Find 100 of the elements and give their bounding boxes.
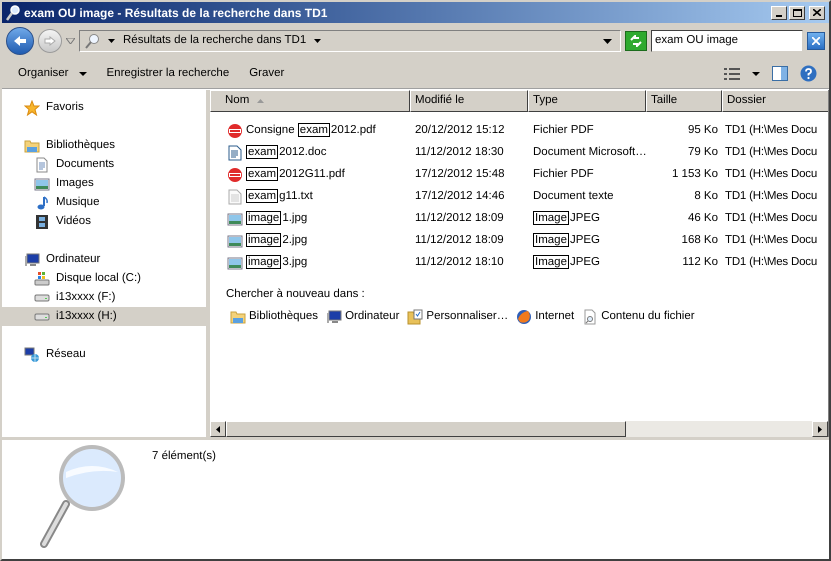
arrow-right-icon bbox=[44, 36, 56, 46]
file-name[interactable]: exam g11.txt bbox=[246, 188, 313, 206]
search-location-link[interactable]: Bibliothèques bbox=[230, 308, 318, 326]
maximize-button[interactable] bbox=[789, 6, 805, 20]
nav-item[interactable]: Images bbox=[2, 174, 206, 193]
folder-cell-text: TD1 (H:\Mes Docu bbox=[724, 255, 818, 270]
search-location-link[interactable]: Internet bbox=[516, 308, 574, 326]
minimize-button[interactable] bbox=[771, 6, 787, 20]
column-header[interactable]: Nom bbox=[210, 90, 410, 112]
scrollbar-thumb[interactable] bbox=[226, 421, 626, 437]
refresh-button[interactable] bbox=[625, 31, 647, 51]
text-file-icon bbox=[227, 189, 243, 205]
size-cell-text: 168 Ko bbox=[680, 233, 719, 248]
column-header[interactable]: Type bbox=[528, 90, 646, 112]
search-again-label: Chercher à nouveau dans : bbox=[226, 287, 366, 302]
date-cell-text: 11/12/2012 18:09 bbox=[414, 233, 505, 248]
search-location-link[interactable]: Ordinateur bbox=[326, 308, 400, 326]
sort-arrow-icon bbox=[257, 99, 264, 103]
file-name[interactable]: image 2.jpg bbox=[246, 232, 308, 250]
caret-icon bbox=[752, 72, 760, 76]
document-search-icon bbox=[582, 308, 598, 325]
preview-pane-icon bbox=[772, 66, 788, 81]
film-icon bbox=[34, 214, 50, 230]
nav-item[interactable]: Réseau bbox=[2, 345, 206, 364]
scroll-right-button[interactable] bbox=[812, 421, 828, 437]
globe-icon bbox=[516, 308, 532, 325]
type-cell-text: Image JPEG bbox=[532, 232, 602, 250]
folder-cell-text: TD1 (H:\Mes Docu bbox=[724, 233, 818, 248]
clear-button[interactable] bbox=[807, 32, 825, 50]
search-location-link[interactable]: Contenu du fichier bbox=[582, 308, 695, 326]
date-cell-text: 11/12/2012 18:09 bbox=[414, 211, 505, 226]
nav-item[interactable]: i13xxxx (F:) bbox=[2, 288, 206, 307]
date-cell-text: 11/12/2012 18:30 bbox=[414, 145, 505, 160]
size-cell-text: 8 Ko bbox=[693, 189, 719, 204]
type-cell-text: Image JPEG bbox=[532, 254, 602, 272]
column-header[interactable]: Dossier bbox=[722, 90, 828, 112]
drive-icon bbox=[34, 294, 50, 302]
caret-icon[interactable] bbox=[108, 39, 115, 43]
close-button[interactable] bbox=[809, 6, 825, 20]
caret-icon[interactable] bbox=[314, 39, 322, 43]
item-count: 7 élément(s) bbox=[152, 449, 216, 464]
help-icon bbox=[800, 65, 817, 82]
folder-cell-text: TD1 (H:\Mes Docu bbox=[724, 189, 818, 204]
drive-icon bbox=[34, 270, 50, 286]
folder-cell-text: TD1 (H:\Mes Docu bbox=[724, 145, 818, 160]
toolbar-button[interactable]: Graver bbox=[241, 62, 292, 86]
nav-item[interactable]: Ordinateur bbox=[2, 250, 206, 269]
nav-item[interactable]: Vidéos bbox=[2, 212, 206, 231]
nav-item[interactable]: Documents bbox=[2, 155, 206, 174]
nav-item[interactable]: Disque local (C:) bbox=[2, 269, 206, 288]
search-location-link[interactable]: Personnaliser… bbox=[407, 308, 508, 326]
forward-button[interactable] bbox=[38, 29, 62, 53]
type-cell-text: Document Microsoft… bbox=[532, 145, 646, 160]
caret-icon[interactable] bbox=[603, 38, 612, 44]
column-header[interactable]: Modifié le bbox=[410, 90, 528, 112]
close-icon bbox=[812, 37, 820, 45]
toolbar-button[interactable]: Organiser bbox=[10, 62, 94, 86]
file-name[interactable]: image 1.jpg bbox=[246, 210, 308, 228]
computer-icon bbox=[24, 252, 40, 268]
arrow-left-icon bbox=[13, 35, 27, 47]
size-cell-text: 112 Ko bbox=[681, 255, 719, 270]
size-cell-text: 46 Ko bbox=[686, 211, 719, 226]
window-title: exam OU image - Résultats de la recherche dans TD1 bbox=[24, 4, 328, 22]
document-icon bbox=[34, 156, 50, 172]
folder-cell-text: TD1 (H:\Mes Docu bbox=[724, 211, 818, 226]
file-name[interactable]: image 3.jpg bbox=[246, 254, 308, 272]
date-cell-text: 11/12/2012 18:10 bbox=[414, 255, 505, 270]
nav-item[interactable]: Bibliothèques bbox=[2, 136, 206, 155]
back-button[interactable] bbox=[6, 27, 34, 55]
type-cell-text: Image JPEG bbox=[532, 210, 602, 228]
search-field[interactable]: exam OU image bbox=[651, 30, 803, 52]
folder-cell-text: TD1 (H:\Mes Docu bbox=[724, 123, 818, 138]
file-name[interactable]: Consigne exam 2012.pdf bbox=[246, 122, 376, 140]
image-icon bbox=[227, 233, 243, 249]
caret-icon bbox=[78, 72, 86, 76]
column-header[interactable]: Taille bbox=[646, 90, 722, 112]
address-path[interactable]: Résultats de la recherche dans TD1 bbox=[123, 32, 306, 50]
maximize-icon bbox=[792, 8, 802, 16]
refresh-icon bbox=[629, 35, 643, 47]
horizontal-scrollbar[interactable] bbox=[210, 421, 828, 437]
folder-icon bbox=[230, 308, 246, 325]
arrow-right-icon bbox=[818, 426, 822, 432]
toolbar-button[interactable]: Enregistrer la recherche bbox=[98, 62, 238, 86]
file-name[interactable]: exam 2012.doc bbox=[246, 144, 326, 162]
arrow-left-icon bbox=[216, 426, 220, 432]
folder-cell-text: TD1 (H:\Mes Docu bbox=[724, 167, 818, 182]
type-cell-text: Fichier PDF bbox=[532, 167, 595, 182]
size-cell-text: 79 Ko bbox=[686, 145, 719, 160]
type-cell-text: Fichier PDF bbox=[532, 123, 595, 138]
address-bar[interactable]: Résultats de la recherche dans TD1 bbox=[79, 30, 621, 52]
nav-item[interactable]: i13xxxx (H:) bbox=[2, 307, 206, 326]
nav-item[interactable]: Favoris bbox=[2, 98, 206, 117]
folder-icon bbox=[24, 138, 40, 154]
folder-checklist-icon bbox=[407, 308, 424, 325]
file-name[interactable]: exam 2012G11.pdf bbox=[246, 166, 345, 184]
date-cell-text: 17/12/2012 15:48 bbox=[414, 167, 506, 182]
computer-icon bbox=[326, 308, 342, 325]
scroll-left-button[interactable] bbox=[210, 421, 226, 437]
size-cell-text: 1 153 Ko bbox=[670, 167, 719, 182]
nav-item[interactable]: Musique bbox=[2, 193, 206, 212]
